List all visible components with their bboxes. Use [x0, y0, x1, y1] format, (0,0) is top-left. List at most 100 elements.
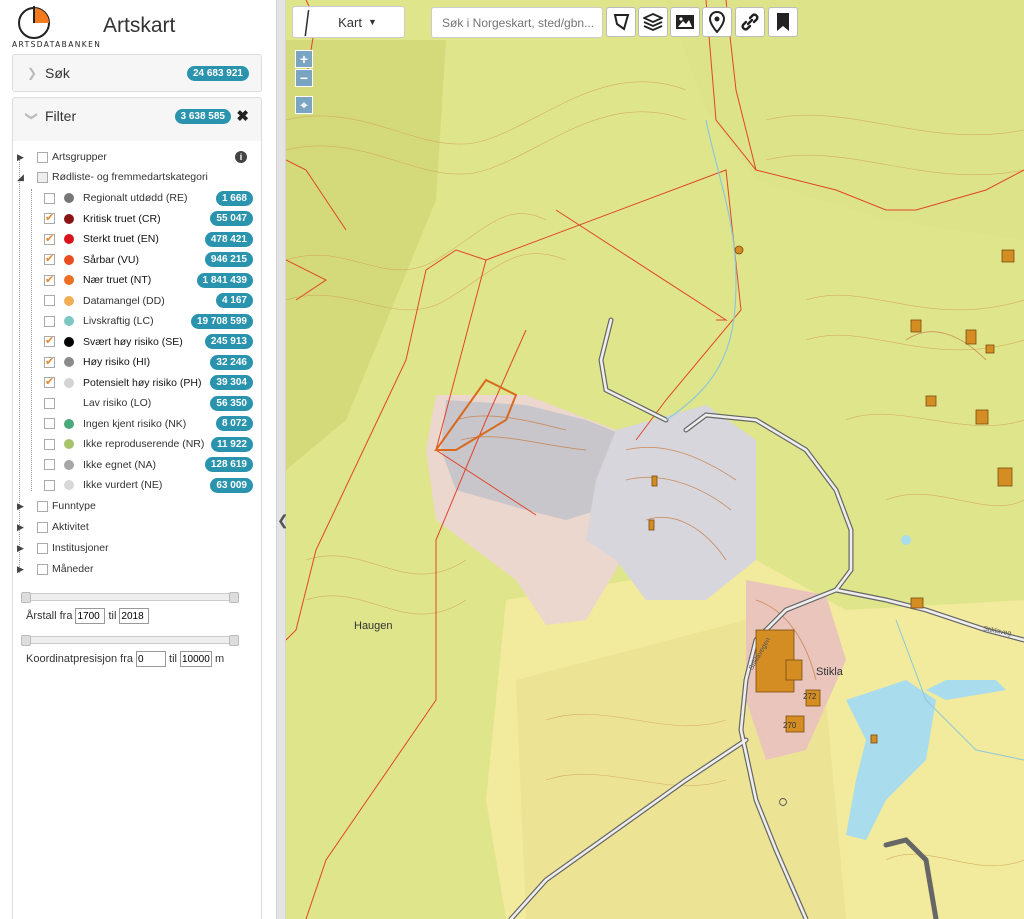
category-color-dot — [64, 254, 74, 265]
filter-count-badge: 3 638 585 — [174, 108, 231, 124]
checkbox[interactable] — [37, 151, 48, 163]
category-row[interactable]: Ikke egnet (NA) 128 619 — [13, 455, 263, 475]
expand-icon[interactable]: ▶ — [17, 564, 24, 575]
layers-icon — [643, 13, 663, 31]
category-color-dot — [64, 377, 74, 388]
category-row[interactable]: Livskraftig (LC) 19 708 599 — [13, 311, 263, 331]
category-label: Livskraftig (LC) — [83, 315, 154, 327]
address-number: 272 — [803, 692, 817, 701]
locate-me-icon[interactable]: ⌖ — [295, 96, 313, 114]
category-checkbox[interactable] — [44, 232, 55, 245]
category-checkbox[interactable] — [44, 438, 55, 450]
tree-node-institusjoner[interactable]: ▶ Institusjoner — [13, 538, 263, 558]
category-row[interactable]: Kritisk truet (CR) 55 047 — [13, 209, 263, 229]
tree-node-rodliste[interactable]: ◢ Rødliste- og fremmedartskategori — [13, 167, 263, 187]
expand-icon[interactable]: ▶ — [17, 522, 24, 533]
category-row[interactable]: Datamangel (DD) 4 167 — [13, 291, 263, 311]
precision-from-label: Koordinatpresisjon fra — [26, 653, 134, 665]
image-button[interactable] — [670, 7, 700, 37]
category-label: Ikke egnet (NA) — [83, 458, 156, 471]
zoom-in-button[interactable]: + — [295, 50, 313, 68]
category-color-dot — [64, 418, 74, 429]
checkbox[interactable] — [37, 542, 48, 554]
category-count-badge: 63 009 — [210, 477, 253, 493]
category-row[interactable]: Nær truet (NT) 1 841 439 — [13, 270, 263, 290]
category-color-dot — [64, 398, 74, 408]
category-label: Sårbar (VU) — [83, 253, 140, 266]
category-checkbox[interactable] — [44, 459, 55, 470]
year-slider[interactable] — [21, 592, 239, 603]
search-panel[interactable]: ❯ Søk 24 683 921 — [12, 54, 262, 92]
category-count-badge: 946 215 — [204, 252, 253, 267]
category-checkbox[interactable] — [44, 252, 55, 265]
category-checkbox[interactable] — [44, 479, 55, 491]
year-from-input[interactable] — [75, 608, 106, 624]
clear-filter-icon[interactable]: ✖ — [236, 107, 249, 125]
pencil-icon: ╱ — [297, 11, 317, 37]
filter-panel[interactable]: ❯ Filter 3 638 585 ✖ — [12, 97, 262, 141]
basemap-selector[interactable]: ╱ Kart ▼ — [292, 6, 405, 38]
info-icon[interactable]: i — [235, 151, 247, 163]
chevron-right-icon: ❯ — [27, 66, 38, 80]
app-title: Artskart — [103, 14, 176, 37]
category-checkbox[interactable] — [44, 397, 55, 409]
tree-node-maneder[interactable]: ▶ Måneder — [13, 559, 263, 579]
tree-node-artsgrupper[interactable]: ▶ Artsgrupper i — [13, 147, 263, 167]
category-row[interactable]: Regionalt utdødd (RE) 1 668 — [13, 188, 263, 208]
category-count-badge: 11 922 — [210, 436, 253, 452]
location-button[interactable] — [702, 7, 732, 37]
layers-button[interactable] — [638, 7, 668, 37]
category-checkbox[interactable] — [44, 375, 55, 388]
category-checkbox[interactable] — [44, 295, 55, 306]
category-row[interactable]: Høy risiko (HI) 32 246 — [13, 352, 263, 372]
checkbox[interactable] — [37, 171, 48, 183]
precision-slider[interactable] — [21, 635, 239, 646]
precision-range: Koordinatpresisjon fra til m — [26, 651, 224, 667]
year-to-label: til — [108, 610, 117, 622]
expand-icon[interactable]: ▶ — [17, 543, 24, 554]
category-row[interactable]: Ikke vurdert (NE) 63 009 — [13, 475, 263, 495]
precision-to-input[interactable] — [179, 651, 212, 667]
category-row[interactable]: Sårbar (VU) 946 215 — [13, 250, 263, 270]
category-checkbox[interactable] — [44, 192, 55, 204]
checkbox[interactable] — [37, 521, 48, 533]
slider-handle[interactable] — [21, 592, 31, 603]
link-button[interactable] — [735, 7, 765, 37]
expand-icon[interactable]: ▶ — [17, 152, 24, 163]
category-row[interactable]: Potensielt høy risiko (PH) 39 304 — [13, 373, 263, 393]
category-row[interactable]: Sterkt truet (EN) 478 421 — [13, 229, 263, 249]
map-search-input[interactable] — [431, 7, 603, 38]
collapse-icon[interactable]: ◢ — [17, 172, 24, 183]
bookmark-button[interactable] — [768, 7, 798, 37]
slider-handle[interactable] — [229, 592, 239, 603]
category-count-badge: 245 913 — [204, 334, 253, 349]
category-checkbox[interactable] — [44, 315, 55, 327]
category-row[interactable]: Lav risiko (LO) 56 350 — [13, 393, 263, 413]
category-checkbox[interactable] — [44, 273, 55, 286]
checkbox[interactable] — [37, 500, 48, 512]
polygon-tool-button[interactable] — [606, 7, 636, 37]
slider-handle[interactable] — [21, 635, 31, 646]
map-canvas[interactable]: ╱ Kart ▼ + − ⌖ Haugen Stikla 272 270 Sti… — [286, 0, 1024, 919]
zoom-out-button[interactable]: − — [295, 69, 313, 87]
expand-icon[interactable]: ▶ — [17, 501, 24, 512]
checkbox[interactable] — [37, 563, 48, 575]
category-checkbox[interactable] — [44, 418, 55, 429]
category-checkbox[interactable] — [44, 355, 55, 368]
tree-node-aktivitet[interactable]: ▶ Aktivitet — [13, 517, 263, 537]
tree-node-label: Rødliste- og fremmedartskategori — [52, 171, 208, 183]
category-color-dot — [64, 234, 74, 244]
category-label: Svært høy risiko (SE) — [83, 335, 183, 348]
category-checkbox[interactable] — [44, 334, 55, 347]
category-row[interactable]: Ingen kjent risiko (NK) 8 072 — [13, 414, 263, 434]
tree-node-label: Måneder — [52, 563, 94, 575]
category-row[interactable]: Svært høy risiko (SE) 245 913 — [13, 332, 263, 352]
category-checkbox[interactable] — [44, 211, 55, 224]
slider-handle[interactable] — [229, 635, 239, 646]
panel-splitter[interactable]: ❮ — [276, 0, 289, 919]
precision-from-input[interactable] — [136, 651, 167, 667]
category-row[interactable]: Ikke reproduserende (NR) 11 922 — [13, 434, 263, 454]
tree-node-funntype[interactable]: ▶ Funntype — [13, 496, 263, 516]
year-to-input[interactable] — [119, 608, 150, 624]
category-color-dot — [64, 439, 74, 449]
